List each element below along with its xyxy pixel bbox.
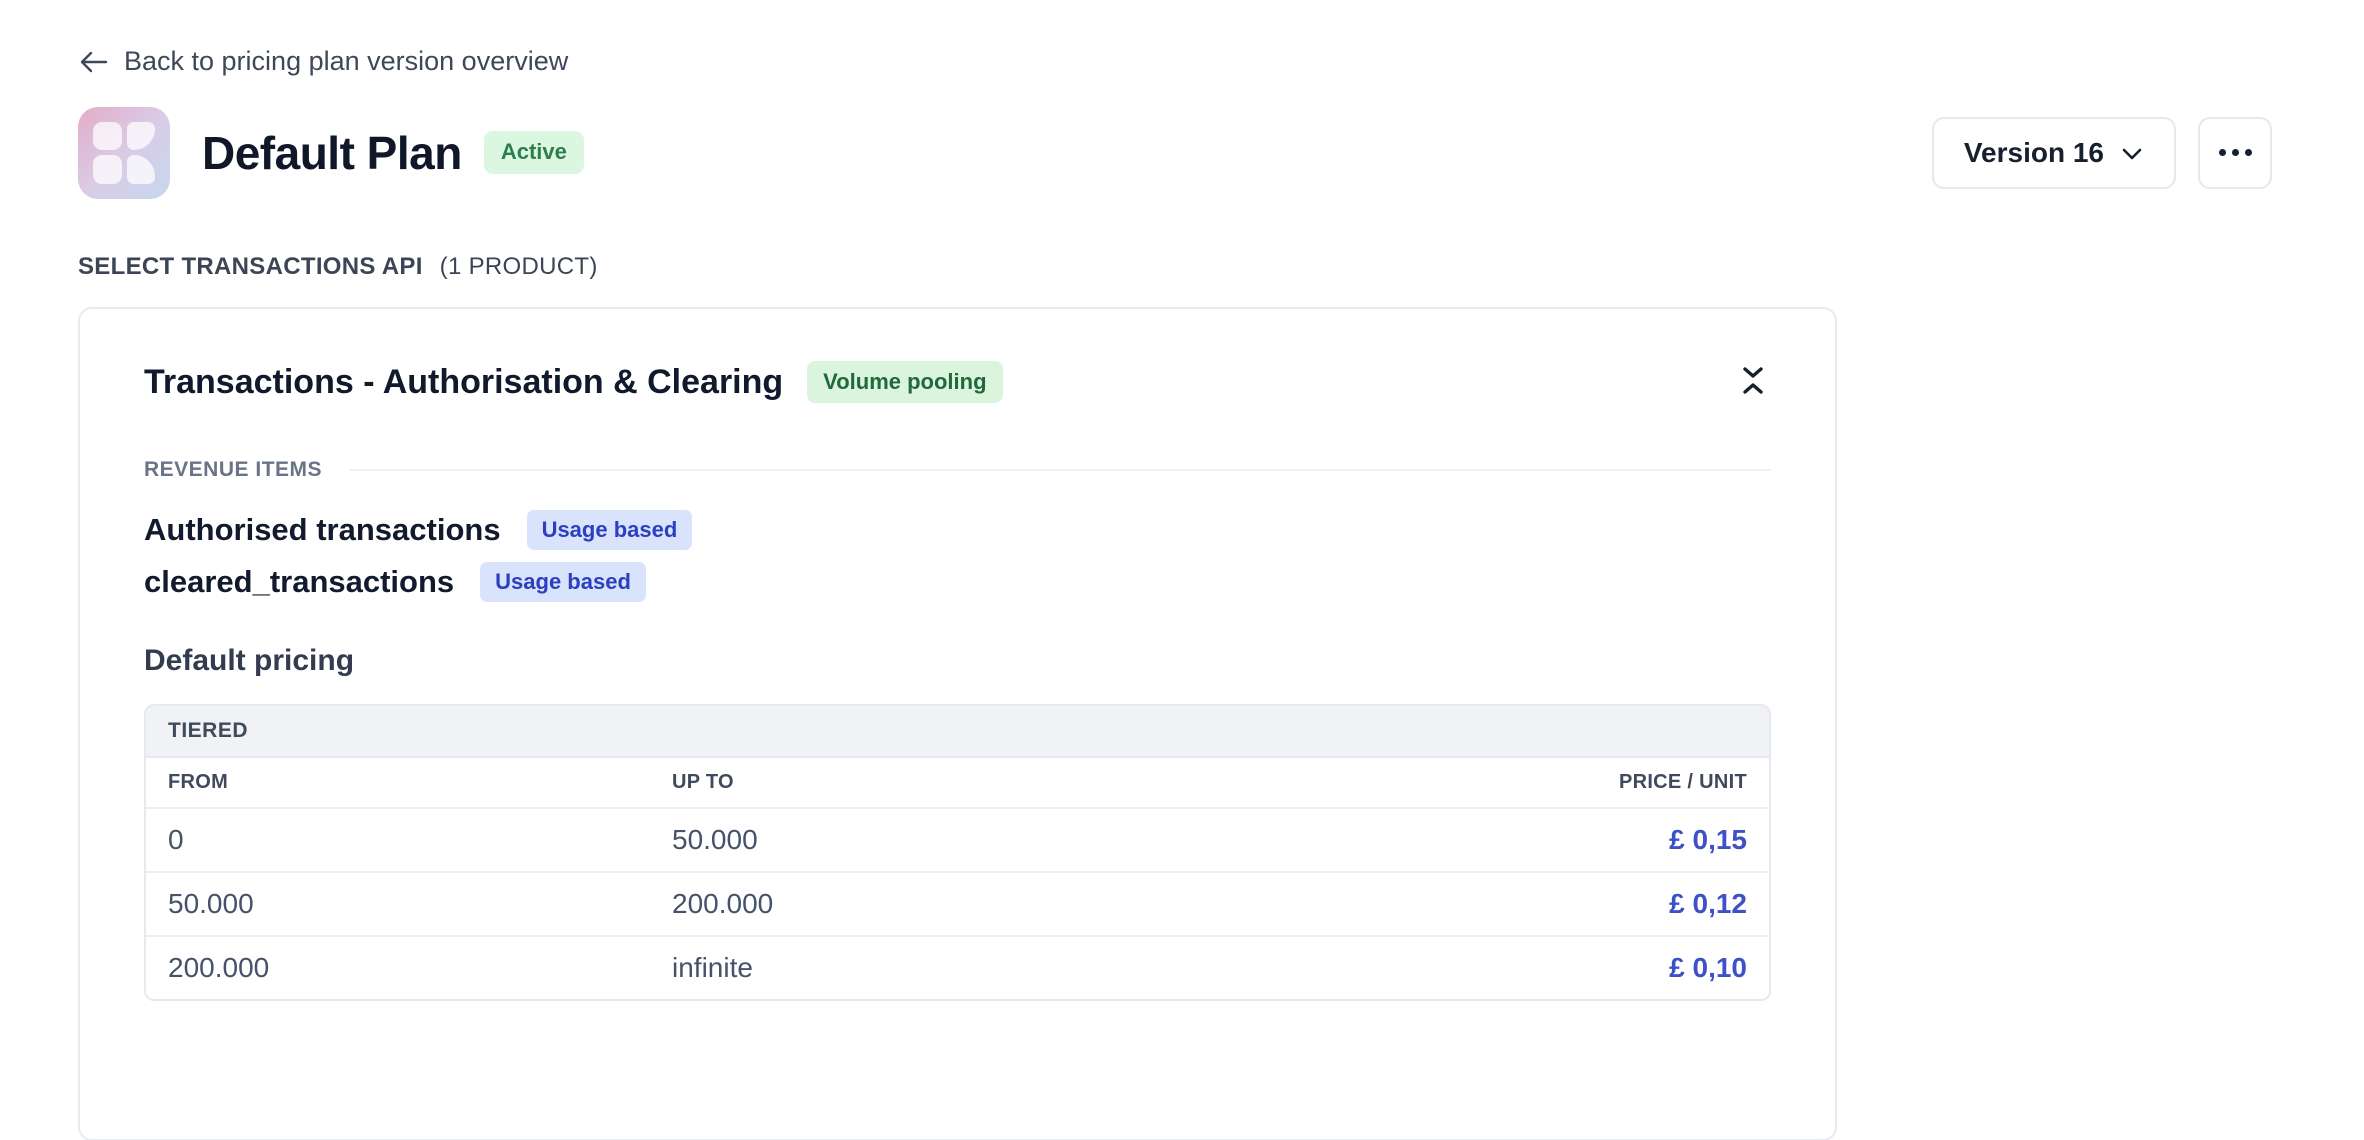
column-header-price: PRICE / UNIT [1427,771,1747,794]
revenue-items-section: REVENUE ITEMS [144,458,1771,482]
product-card: Transactions - Authorisation & Clearing … [78,307,1837,1140]
page-title: Default Plan [202,126,462,180]
revenue-items-label: REVENUE ITEMS [144,458,322,482]
pricing-plan-page: Back to pricing plan version overview De… [0,0,2364,1140]
revenue-item: Authorised transactions Usage based [144,510,1771,550]
version-button-label: Version 16 [1964,137,2104,169]
tier-from-value: 50.000 [168,888,672,920]
pricing-model-label: TIERED [146,706,1769,758]
tier-up-to-value: 50.000 [672,824,1427,856]
plan-logo-icon [78,107,170,199]
table-row: 50.000 200.000 £ 0,12 [146,873,1769,937]
usage-based-badge: Usage based [527,510,693,550]
collapse-icon [1739,363,1767,402]
product-title: Transactions - Authorisation & Clearing [144,363,783,402]
section-title: SELECT TRANSACTIONS API [78,253,423,280]
revenue-item-name: cleared_transactions [144,564,454,600]
status-badge: Active [484,131,584,173]
more-actions-button[interactable] [2198,117,2272,189]
default-pricing-heading: Default pricing [144,644,1771,678]
tier-up-to-value: infinite [672,952,1427,984]
section-product-count: (1 PRODUCT) [440,253,598,280]
pricing-table: TIERED FROM UP TO PRICE / UNIT 0 50.000 … [144,704,1771,1001]
plan-header: Default Plan Active Version 16 [78,107,2272,199]
tier-up-to-value: 200.000 [672,888,1427,920]
tier-from-value: 0 [168,824,672,856]
revenue-items-list: Authorised transactions Usage based clea… [144,510,1771,602]
revenue-item-name: Authorised transactions [144,512,501,548]
chevron-down-icon [2120,137,2144,169]
volume-pooling-badge: Volume pooling [807,361,1002,403]
usage-based-badge: Usage based [480,562,646,602]
version-dropdown-button[interactable]: Version 16 [1932,117,2176,189]
pricing-table-header: FROM UP TO PRICE / UNIT [146,758,1769,809]
table-row: 200.000 infinite £ 0,10 [146,937,1769,999]
divider [350,469,1771,471]
section-label: SELECT TRANSACTIONS API (1 PRODUCT) [78,253,2272,281]
back-link[interactable]: Back to pricing plan version overview [78,46,568,77]
ellipsis-icon [2219,149,2252,156]
revenue-item: cleared_transactions Usage based [144,562,1771,602]
column-header-up-to: UP TO [672,771,1427,794]
table-row: 0 50.000 £ 0,15 [146,809,1769,873]
column-header-from: FROM [168,771,672,794]
product-card-header: Transactions - Authorisation & Clearing … [144,359,1771,406]
arrow-left-icon [78,50,108,74]
collapse-card-button[interactable] [1735,359,1771,406]
tier-price-value[interactable]: £ 0,12 [1427,888,1747,920]
tier-from-value: 200.000 [168,952,672,984]
tier-price-value[interactable]: £ 0,15 [1427,824,1747,856]
tier-price-value[interactable]: £ 0,10 [1427,952,1747,984]
back-link-label: Back to pricing plan version overview [124,46,568,77]
